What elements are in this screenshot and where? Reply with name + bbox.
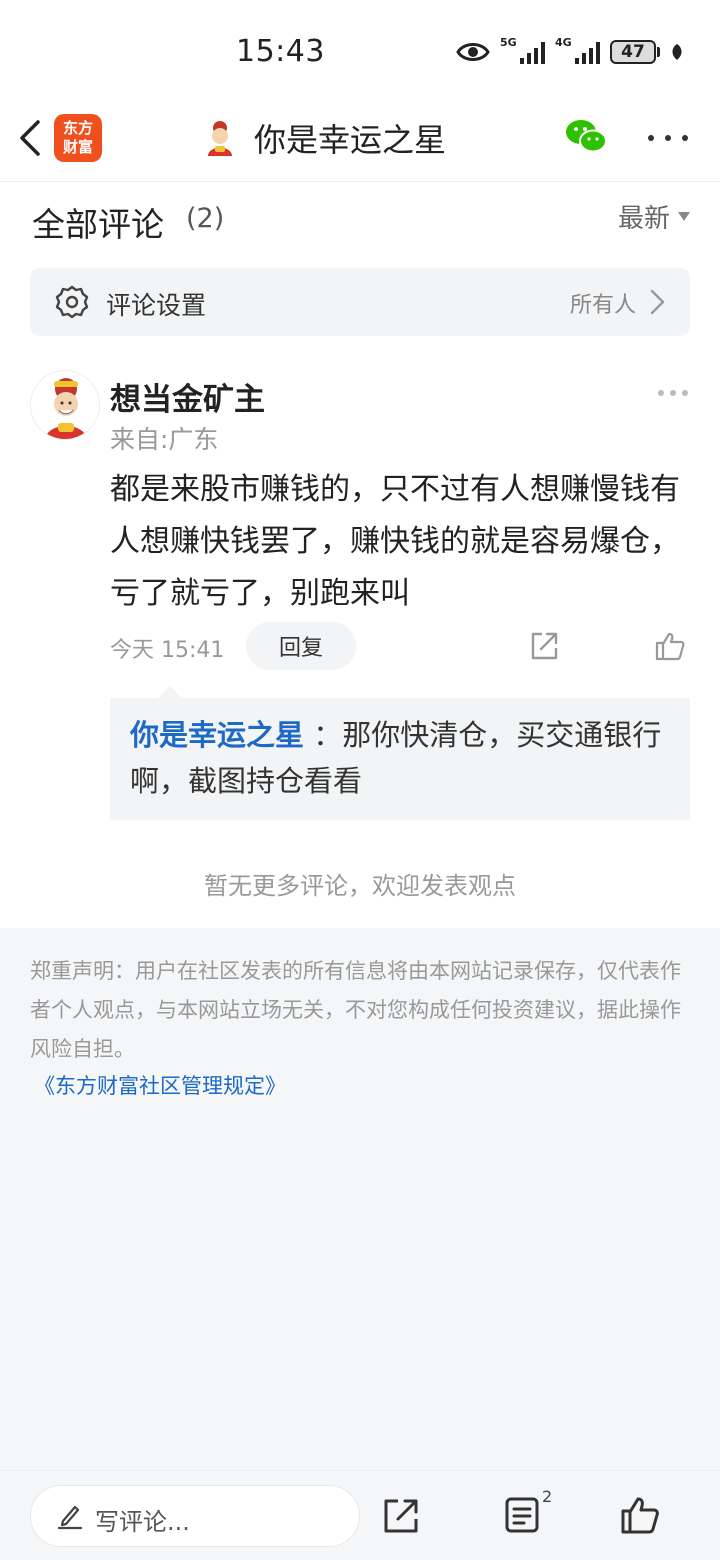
sort-dropdown[interactable]: 最新 [618, 198, 690, 235]
comment-more-icon[interactable] [658, 388, 688, 398]
signal-5g-icon: 5G [500, 36, 545, 64]
settings-value: 所有人 [569, 293, 636, 318]
more-horizontal-icon[interactable] [648, 124, 688, 152]
status-icons: 5G 4G 47 [456, 36, 684, 68]
share-icon[interactable] [382, 1497, 420, 1535]
status-time: 15:43 [236, 34, 325, 69]
disclaimer-text: 郑重声明：用户在社区发表的所有信息将由本网站记录保存，仅代表作者个人观点，与本网… [30, 959, 681, 1061]
header-user[interactable]: 你是幸运之星 [200, 114, 446, 162]
comment-time: 今天 15:41 [110, 638, 225, 663]
gear-icon [55, 285, 89, 319]
commenter-avatar[interactable] [30, 370, 100, 440]
leaf-icon [672, 44, 682, 60]
sort-label: 最新 [617, 204, 670, 234]
page-title: 你是幸运之星 [254, 121, 447, 159]
signal-4g-icon: 4G [555, 36, 600, 64]
top-nav-bar: 东方 财富 你是幸运之星 [0, 104, 720, 182]
thumbs-up-icon[interactable] [654, 630, 686, 662]
eye-icon [456, 43, 490, 61]
bottom-action-bar: 写评论... 2 [0, 1470, 720, 1560]
comments-button[interactable]: 2 [504, 1487, 552, 1537]
comments-title: 全部评论 [32, 205, 164, 244]
status-bar: 15:43 5G 4G 47 [0, 0, 720, 104]
commenter-location: 来自:广东 [110, 425, 219, 454]
comment-input[interactable]: 写评论... [30, 1485, 360, 1547]
reply-box[interactable]: 你是幸运之星 ：那你快清仓，买交通银行啊，截图持仓看看 [110, 686, 690, 820]
disclaimer-section: 郑重声明：用户在社区发表的所有信息将由本网站记录保存，仅代表作者个人观点，与本网… [0, 928, 720, 1470]
battery-icon: 47 [610, 40, 660, 64]
community-rules-link[interactable]: 《东方财富社区管理规定》 [34, 1070, 286, 1100]
avatar [208, 121, 232, 156]
comment-list-icon [505, 1497, 539, 1533]
settings-label: 评论设置 [106, 291, 207, 320]
reply-text: 你是幸运之星 ：那你快清仓，买交通银行啊，截图持仓看看 [130, 712, 690, 804]
no-more-comments: 暂无更多评论，欢迎发表观点 [204, 872, 516, 900]
comment-text: 都是来股市赚钱的，只不过有人想赚慢钱有人想赚快钱罢了，赚快钱的就是容易爆仓，亏了… [110, 472, 680, 611]
wechat-icon[interactable] [564, 116, 608, 156]
reply-button[interactable]: 回复 [246, 622, 356, 670]
pen-icon [57, 1505, 83, 1530]
thumbs-up-icon[interactable] [620, 1495, 660, 1535]
reply-author[interactable]: 你是幸运之星 [130, 718, 304, 752]
comment-settings-row[interactable]: 评论设置 所有人 [30, 268, 690, 336]
battery-level: 47 [610, 40, 656, 64]
comment-count-badge: 2 [542, 1487, 553, 1506]
comment-input-placeholder: 写评论... [95, 1508, 190, 1536]
commenter-name[interactable]: 想当金矿主 [110, 374, 265, 419]
comments-count: (2) [186, 203, 225, 234]
reply-separator: ： [304, 718, 343, 752]
caret-down-icon [678, 212, 690, 221]
chevron-left-icon[interactable] [14, 116, 46, 160]
chevron-right-icon [650, 289, 665, 315]
share-icon[interactable] [528, 630, 560, 662]
eastmoney-logo[interactable]: 东方 财富 [54, 114, 102, 162]
